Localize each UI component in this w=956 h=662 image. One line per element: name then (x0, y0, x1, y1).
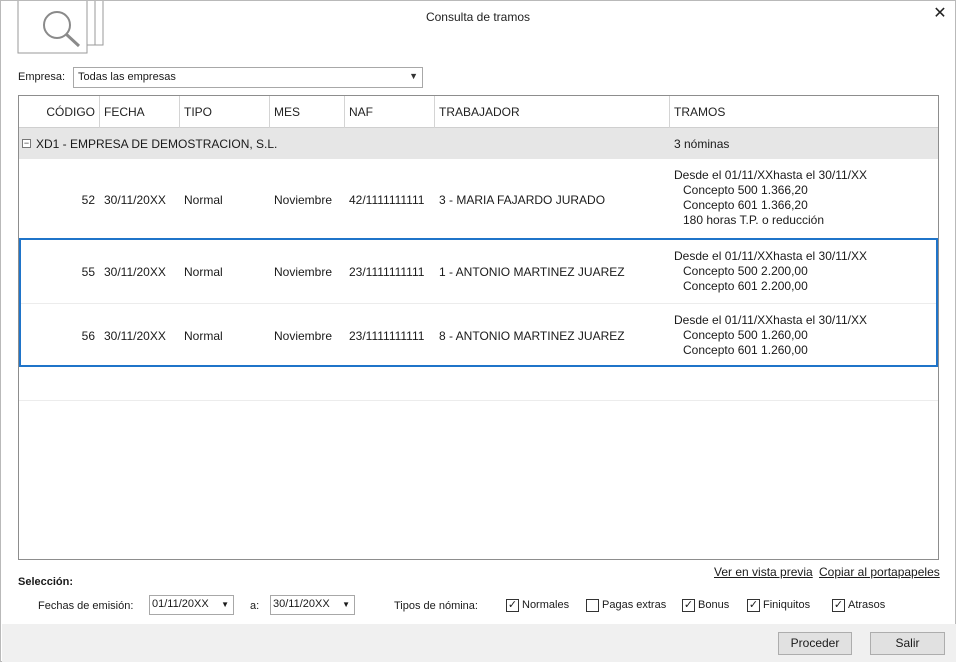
cell-trabajador: 3 - MARIA FAJARDO JURADO (439, 193, 606, 207)
bonus-label: Bonus (698, 599, 730, 611)
tramo-line: Concepto 601 1.366,20 (683, 198, 808, 212)
empresa-select[interactable]: Todas las empresas ▼ (73, 67, 423, 88)
tramo-line: Concepto 500 1.366,20 (683, 183, 808, 197)
cell-fecha: 30/11/20XX (104, 265, 166, 279)
dropdown-arrow-icon[interactable]: ▼ (409, 71, 418, 81)
tramo-line: 180 horas T.P. o reducción (683, 213, 824, 227)
cell-trabajador: 1 - ANTONIO MARTINEZ JUAREZ (439, 265, 625, 279)
cell-fecha: 30/11/20XX (104, 193, 166, 207)
seleccion-title: Selección: (18, 576, 74, 588)
cell-tramos: Desde el 01/11/XXhasta el 30/11/XX Conce… (674, 249, 867, 294)
cell-codigo: 56 (81, 329, 95, 343)
col-header-naf[interactable]: NAF (345, 96, 435, 128)
fecha-desde-value: 01/11/20XX (152, 598, 209, 610)
cell-tipo: Normal (184, 329, 223, 343)
fecha-desde-input[interactable]: 01/11/20XX ▼ (149, 595, 234, 615)
normales-label: Normales (522, 599, 570, 611)
a-label: a: (250, 600, 260, 612)
copy-clipboard-link[interactable]: Copiar al portapapeles (819, 565, 940, 579)
col-header-trabajador[interactable]: TRABAJADOR (435, 96, 670, 128)
tramo-line: Desde el 01/11/XXhasta el 30/11/XX (674, 168, 868, 182)
tipos-nomina-label: Tipos de nómina: (394, 600, 478, 612)
tramo-line: Concepto 601 2.200,00 (683, 279, 808, 293)
col-header-mes[interactable]: MES (270, 96, 345, 128)
proceder-button[interactable]: Proceder (778, 632, 852, 655)
table-row[interactable]: 56 30/11/20XX Normal Noviembre 23/111111… (19, 304, 938, 367)
table-row[interactable]: 52 30/11/20XX Normal Noviembre 42/111111… (19, 159, 938, 238)
tramos-grid: CÓDIGO FECHA TIPO MES NAF TRABAJADOR TRA… (18, 95, 939, 560)
cell-naf: 23/1111111111 (349, 329, 425, 343)
salir-button[interactable]: Salir (870, 632, 945, 655)
tramo-line: Concepto 500 1.260,00 (683, 328, 808, 342)
group-name: XD1 - EMPRESA DE DEMOSTRACION, S.L. (36, 137, 278, 151)
col-header-fecha[interactable]: FECHA (100, 96, 180, 128)
cell-fecha: 30/11/20XX (104, 329, 166, 343)
tramo-line: Desde el 01/11/XXhasta el 30/11/XX (674, 249, 868, 263)
dropdown-arrow-icon[interactable]: ▼ (342, 600, 350, 609)
bonus-checkbox[interactable]: ✓ (682, 599, 695, 612)
cell-codigo: 55 (81, 265, 95, 279)
dropdown-arrow-icon[interactable]: ▼ (221, 600, 229, 609)
grid-header: CÓDIGO FECHA TIPO MES NAF TRABAJADOR TRA… (19, 96, 938, 128)
atrasos-label: Atrasos (848, 599, 886, 611)
group-count: 3 nóminas (674, 137, 730, 151)
tramo-line: Concepto 500 2.200,00 (683, 264, 808, 278)
cell-trabajador: 8 - ANTONIO MARTINEZ JUAREZ (439, 329, 625, 343)
table-row[interactable]: 55 30/11/20XX Normal Noviembre 23/111111… (19, 238, 938, 303)
cell-naf: 23/1111111111 (349, 265, 425, 279)
cell-naf: 42/1111111111 (349, 193, 425, 207)
cell-tramos: Desde el 01/11/XXhasta el 30/11/XX Conce… (674, 168, 867, 228)
normales-checkbox[interactable]: ✓ (506, 599, 519, 612)
close-icon[interactable]: ✕ (930, 5, 950, 23)
empresa-label: Empresa: (18, 71, 66, 83)
collapse-icon[interactable]: − (22, 139, 31, 148)
fechas-emision-label: Fechas de emisión: (38, 600, 134, 612)
pagas-extras-label: Pagas extras (602, 599, 667, 611)
finiquitos-checkbox[interactable]: ✓ (747, 599, 760, 612)
tramo-line: Concepto 601 1.260,00 (683, 343, 808, 357)
col-header-codigo[interactable]: CÓDIGO (19, 96, 100, 128)
cell-mes: Noviembre (274, 265, 333, 279)
finiquitos-label: Finiquitos (763, 599, 811, 611)
atrasos-checkbox[interactable]: ✓ (832, 599, 845, 612)
cell-tramos: Desde el 01/11/XXhasta el 30/11/XX Conce… (674, 313, 867, 358)
row-divider (19, 400, 938, 401)
fecha-hasta-input[interactable]: 30/11/20XX ▼ (270, 595, 355, 615)
pagas-extras-checkbox[interactable] (586, 599, 599, 612)
empresa-value: Todas las empresas (78, 71, 176, 83)
cell-mes: Noviembre (274, 193, 333, 207)
preview-link[interactable]: Ver en vista previa (714, 565, 813, 579)
group-row[interactable]: − XD1 - EMPRESA DE DEMOSTRACION, S.L. 3 … (19, 128, 938, 159)
cell-mes: Noviembre (274, 329, 333, 343)
cell-tipo: Normal (184, 193, 223, 207)
cell-codigo: 52 (81, 193, 95, 207)
fecha-hasta-value: 30/11/20XX (273, 598, 330, 610)
window-title: Consulta de tramos (425, 10, 531, 24)
col-header-tramos[interactable]: TRAMOS (670, 96, 938, 128)
cell-tipo: Normal (184, 265, 223, 279)
col-header-tipo[interactable]: TIPO (180, 96, 270, 128)
tramo-line: Desde el 01/11/XXhasta el 30/11/XX (674, 313, 868, 327)
dialog-window: Consulta de tramos ✕ Empresa: Todas las … (0, 0, 956, 662)
